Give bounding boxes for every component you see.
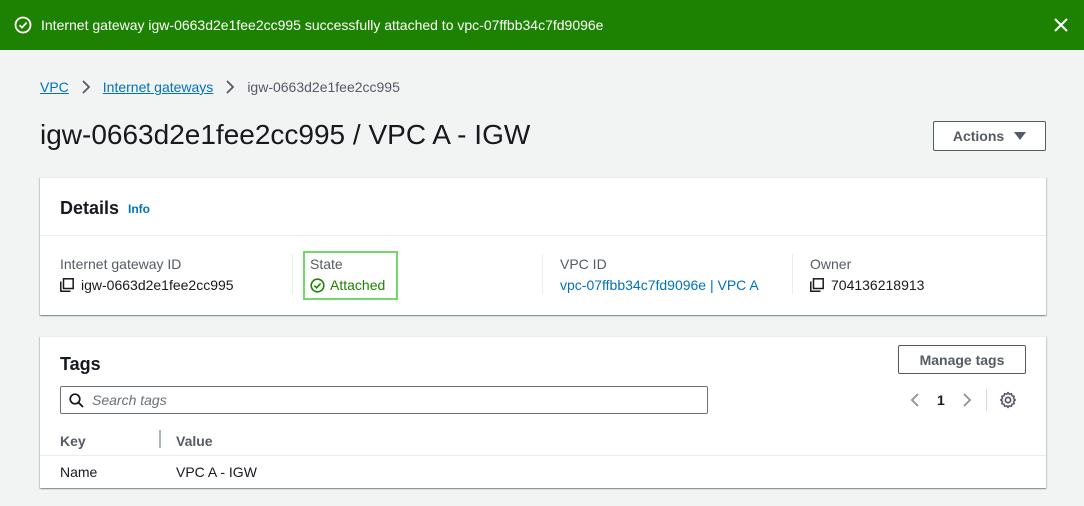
tags-heading: Tags (60, 354, 101, 374)
info-link[interactable]: Info (128, 202, 150, 216)
check-circle-icon (14, 16, 32, 34)
vpc-id-value: vpc-07ffbb34c7fd9096e | VPC A (560, 276, 759, 294)
actions-dropdown-button[interactable]: Actions (933, 121, 1046, 151)
gear-icon[interactable] (999, 391, 1017, 409)
column-header-key[interactable]: Key (60, 433, 86, 449)
vpc-id-link[interactable]: vpc-07ffbb34c7fd9096e | VPC A (560, 276, 759, 294)
column-divider (542, 254, 543, 294)
vpc-id-label: VPC ID (560, 256, 607, 272)
page-title: igw-0663d2e1fee2cc995 / VPC A - IGW (40, 119, 531, 150)
column-divider (792, 254, 793, 294)
search-tags-field (60, 386, 708, 414)
state-text: Attached (330, 277, 386, 293)
search-icon (69, 393, 84, 408)
actions-label: Actions (952, 128, 1005, 144)
breadcrumb: VPC Internet gateways igw-0663d2e1fee2cc… (40, 77, 400, 97)
column-header-value[interactable]: Value (176, 433, 213, 449)
tag-key-cell: Name (60, 464, 98, 480)
close-icon[interactable] (1052, 16, 1070, 34)
page-number[interactable]: 1 (937, 392, 945, 408)
column-divider (292, 254, 293, 294)
details-header: Details Info (40, 178, 1046, 236)
chevron-right-icon (226, 80, 235, 94)
igw-id-text: igw-0663d2e1fee2cc995 (81, 277, 234, 293)
owner-label: Owner (810, 256, 852, 272)
pagination: 1 (910, 389, 1017, 411)
breadcrumb-current: igw-0663d2e1fee2cc995 (247, 79, 400, 95)
breadcrumb-link-vpc[interactable]: VPC (40, 79, 69, 95)
igw-id-value: igw-0663d2e1fee2cc995 (60, 276, 234, 294)
table-header: Key Value (40, 426, 1046, 456)
table-row: Name VPC A - IGW (40, 457, 1046, 488)
flash-message: Internet gateway igw-0663d2e1fee2cc995 s… (41, 17, 604, 33)
details-heading: Details (60, 198, 120, 218)
pager-divider (985, 389, 987, 411)
owner-text: 704136218913 (831, 277, 925, 293)
tag-value-cell: VPC A - IGW (176, 464, 257, 480)
tags-panel: Tags Manage tags 1 Key Value Name VPC A … (40, 336, 1046, 488)
details-panel: Details Info Internet gateway ID igw-066… (40, 177, 1046, 315)
copy-icon[interactable] (810, 278, 824, 292)
chevron-right-icon[interactable] (962, 392, 972, 408)
manage-tags-button[interactable]: Manage tags (898, 345, 1026, 374)
chevron-left-icon[interactable] (910, 392, 920, 408)
success-flash-banner: Internet gateway igw-0663d2e1fee2cc995 s… (0, 0, 1084, 50)
copy-icon[interactable] (60, 278, 74, 292)
column-resizer[interactable] (159, 430, 161, 448)
search-tags-input[interactable] (92, 390, 692, 410)
state-value: Attached (310, 276, 385, 294)
owner-value: 704136218913 (810, 276, 924, 294)
igw-id-label: Internet gateway ID (60, 256, 182, 272)
chevron-right-icon (82, 80, 91, 94)
check-circle-icon (310, 277, 325, 293)
state-label: State (310, 256, 343, 272)
caret-down-icon (1014, 132, 1027, 140)
breadcrumb-link-internet-gateways[interactable]: Internet gateways (103, 79, 214, 95)
